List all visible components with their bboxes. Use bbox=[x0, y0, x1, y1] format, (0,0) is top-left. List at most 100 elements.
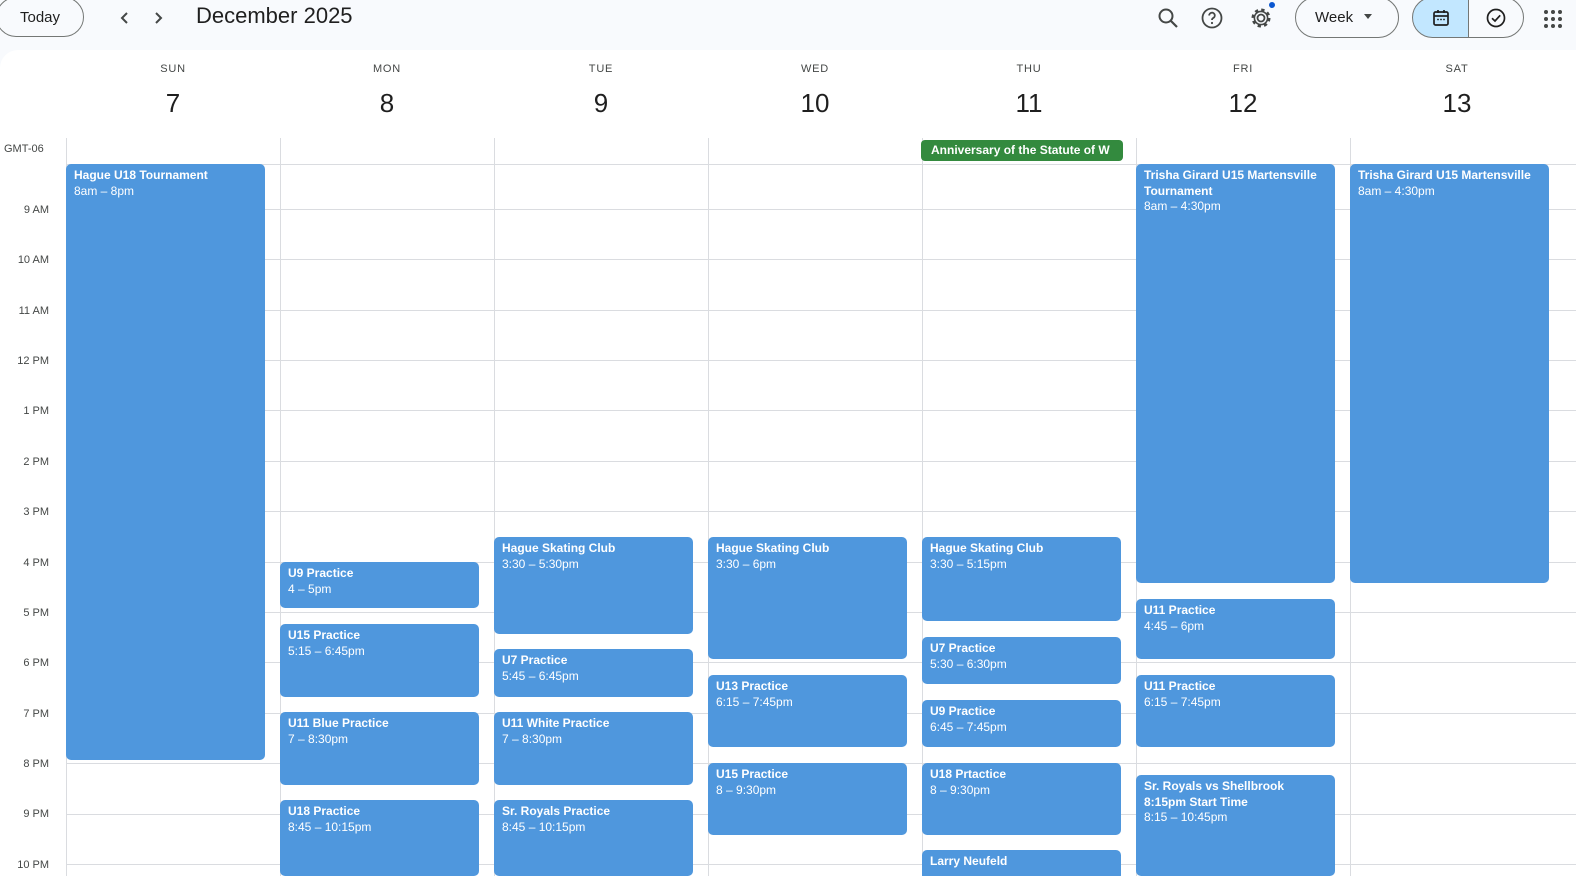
day-number[interactable]: 7 bbox=[66, 88, 280, 119]
tasks-view-toggle[interactable] bbox=[1468, 0, 1524, 38]
calendar-event[interactable]: U15 Practice 8 – 9:30pm bbox=[708, 763, 907, 835]
calendar-event[interactable]: Hague Skating Club 3:30 – 5:15pm bbox=[922, 537, 1121, 621]
event-title: Larry Neufeld bbox=[930, 854, 1008, 868]
calendar-event[interactable]: Hague Skating Club 3:30 – 6pm bbox=[708, 537, 907, 659]
event-title: Hague Skating Club bbox=[716, 541, 830, 555]
top-toolbar: Today December 2025 Week bbox=[0, 0, 1576, 48]
event-title: U18 Practice bbox=[288, 804, 361, 818]
event-title: U18 Prtactice bbox=[930, 767, 1007, 781]
day-of-week: FRI bbox=[1232, 63, 1254, 75]
event-time: 8am – 8pm bbox=[74, 183, 135, 198]
apps-grid-icon bbox=[1544, 10, 1562, 28]
apps-grid-button[interactable] bbox=[1542, 8, 1564, 30]
day-number[interactable]: 9 bbox=[494, 88, 708, 119]
calendar-event[interactable]: Hague Skating Club 3:30 – 5:30pm bbox=[494, 537, 693, 634]
calendar-event[interactable]: U9 Practice 6:45 – 7:45pm bbox=[922, 700, 1121, 747]
day-of-week: SAT bbox=[1445, 63, 1469, 75]
calendar-event[interactable]: U11 Blue Practice 7 – 8:30pm bbox=[280, 712, 479, 785]
event-time: 8 – 9:30pm bbox=[930, 782, 991, 797]
day-of-week: TUE bbox=[588, 63, 614, 75]
calendar-icon bbox=[1432, 9, 1449, 26]
day-of-week: MON bbox=[372, 63, 402, 75]
hour-label: 4 PM bbox=[23, 557, 49, 569]
event-time: 7 – 8:30pm bbox=[288, 731, 349, 746]
hour-label: 7 PM bbox=[23, 708, 49, 720]
calendar-event[interactable]: U9 Practice 4 – 5pm bbox=[280, 562, 479, 608]
event-time: 5:30 – 6:30pm bbox=[930, 656, 1007, 671]
hour-label: 3 PM bbox=[23, 506, 49, 518]
week-grid: SUN 7 MON 8 TUE 9 WED 10 THU 11 FRI 12 S… bbox=[0, 50, 1576, 876]
help-button[interactable] bbox=[1196, 2, 1228, 34]
event-time: 6:45 – 7:45pm bbox=[930, 719, 1007, 734]
event-title: Trisha Girard U15 Martensville bbox=[1358, 168, 1531, 182]
event-title: Sr. Royals vs Shellbrook 8:15pm Start Ti… bbox=[1144, 779, 1285, 809]
calendar-event[interactable]: U11 White Practice 7 – 8:30pm bbox=[494, 712, 693, 785]
calendar-event[interactable]: Trisha Girard U15 Martensville 8am – 4:3… bbox=[1350, 164, 1549, 583]
hour-label: 6 PM bbox=[23, 657, 49, 669]
day-number[interactable]: 11 bbox=[922, 88, 1136, 119]
view-selector-label: Week bbox=[1315, 9, 1354, 26]
hour-label: 9 PM bbox=[23, 808, 49, 820]
caret-down-icon bbox=[1364, 14, 1372, 19]
event-time: 3:30 – 6pm bbox=[716, 556, 777, 571]
event-title: Sr. Royals Practice bbox=[502, 804, 611, 818]
day-number[interactable]: 10 bbox=[708, 88, 922, 119]
event-title: Trisha Girard U15 Martensville Tournamen… bbox=[1144, 168, 1317, 198]
next-week-button[interactable] bbox=[144, 4, 172, 32]
event-time: 8:45 – 10:15pm bbox=[288, 819, 372, 834]
event-title: Hague Skating Club bbox=[502, 541, 616, 555]
view-selector[interactable]: Week bbox=[1295, 0, 1399, 38]
hour-label: 10 AM bbox=[17, 254, 49, 266]
chevron-left-icon bbox=[120, 12, 128, 24]
hour-label: 9 AM bbox=[23, 204, 49, 216]
today-button[interactable]: Today bbox=[0, 0, 84, 37]
hour-label: 10 PM bbox=[17, 859, 49, 871]
calendar-event[interactable]: U18 Practice 8:45 – 10:15pm bbox=[280, 800, 479, 876]
calendar-event[interactable]: U7 Practice 5:30 – 6:30pm bbox=[922, 637, 1121, 684]
hour-label: 5 PM bbox=[23, 607, 49, 619]
event-title: U9 Practice bbox=[930, 704, 996, 718]
calendar-event[interactable]: Larry Neufeld bbox=[922, 850, 1121, 876]
all-day-divider bbox=[66, 164, 1576, 165]
event-title: U13 Practice bbox=[716, 679, 789, 693]
day-of-week: SUN bbox=[160, 63, 186, 75]
hour-label: 1 PM bbox=[23, 405, 49, 417]
event-time: 6:15 – 7:45pm bbox=[716, 694, 793, 709]
calendar-event[interactable]: U18 Prtactice 8 – 9:30pm bbox=[922, 763, 1121, 835]
calendar-event[interactable]: Sr. Royals vs Shellbrook 8:15pm Start Ti… bbox=[1136, 775, 1335, 876]
day-number[interactable]: 13 bbox=[1350, 88, 1564, 119]
event-time: 6:15 – 7:45pm bbox=[1144, 694, 1221, 709]
event-title: U7 Practice bbox=[502, 653, 568, 667]
settings-button[interactable] bbox=[1245, 2, 1277, 34]
calendar-event[interactable]: Trisha Girard U15 Martensville Tournamen… bbox=[1136, 164, 1335, 583]
calendar-view-toggle[interactable] bbox=[1412, 0, 1469, 38]
search-button[interactable] bbox=[1152, 2, 1184, 34]
all-day-event[interactable]: Anniversary of the Statute of W bbox=[921, 140, 1123, 161]
event-title: U11 Practice bbox=[1144, 679, 1216, 693]
calendar-event[interactable]: Sr. Royals Practice 8:45 – 10:15pm bbox=[494, 800, 693, 876]
day-number[interactable]: 12 bbox=[1136, 88, 1350, 119]
day-of-week: THU bbox=[1016, 63, 1042, 75]
event-title: U9 Practice bbox=[288, 566, 354, 580]
event-title: Hague Skating Club bbox=[930, 541, 1044, 555]
prev-week-button[interactable] bbox=[111, 4, 139, 32]
event-title: U7 Practice bbox=[930, 641, 996, 655]
event-time: 8:45 – 10:15pm bbox=[502, 819, 586, 834]
event-title: U11 White Practice bbox=[502, 716, 610, 730]
hour-label: 11 AM bbox=[18, 305, 49, 317]
calendar-event[interactable]: U13 Practice 6:15 – 7:45pm bbox=[708, 675, 907, 747]
hour-label: 2 PM bbox=[23, 456, 49, 468]
event-title: Hague U18 Tournament bbox=[74, 168, 208, 182]
notification-dot bbox=[1269, 2, 1275, 8]
hour-label: 8 PM bbox=[23, 758, 49, 770]
event-title: U11 Blue Practice bbox=[288, 716, 389, 730]
calendar-event[interactable]: Hague U18 Tournament 8am – 8pm bbox=[66, 164, 265, 760]
timezone-label: GMT-06 bbox=[4, 143, 44, 155]
event-time: 8 – 9:30pm bbox=[716, 782, 777, 797]
calendar-event[interactable]: U11 Practice 6:15 – 7:45pm bbox=[1136, 675, 1335, 747]
calendar-event[interactable]: U7 Practice 5:45 – 6:45pm bbox=[494, 649, 693, 697]
day-number[interactable]: 8 bbox=[280, 88, 494, 119]
hour-label: 12 PM bbox=[17, 355, 49, 367]
calendar-event[interactable]: U15 Practice 5:15 – 6:45pm bbox=[280, 624, 479, 697]
calendar-event[interactable]: U11 Practice 4:45 – 6pm bbox=[1136, 599, 1335, 659]
